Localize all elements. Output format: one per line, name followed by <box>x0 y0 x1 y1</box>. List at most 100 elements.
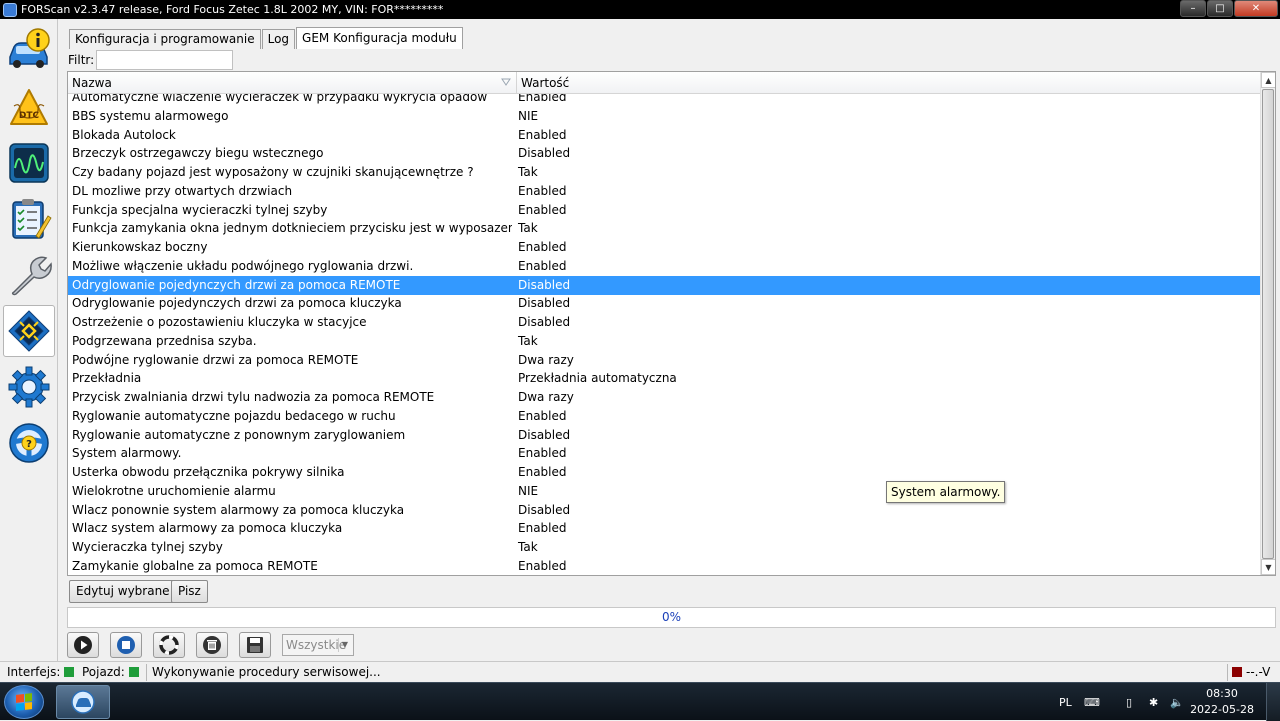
wrench-icon <box>11 256 52 296</box>
title-bar: FORScan v2.3.47 release, Ford Focus Zete… <box>0 0 1280 19</box>
row-value-cell: Disabled <box>518 502 571 517</box>
show-desktop-button[interactable] <box>1266 683 1280 721</box>
table-row[interactable]: Przekładnia Przekładnia automatyczna <box>68 369 1260 388</box>
table-row[interactable]: DL mozliwe przy otwartych drzwiach Enable… <box>68 182 1260 201</box>
filter-row: Filtr: <box>68 50 234 70</box>
table-row[interactable]: Podwójne ryglowanie drzwi za pomoca REMO… <box>68 351 1260 370</box>
taskbar-forscan-app[interactable] <box>56 685 110 719</box>
scroll-up-icon[interactable]: ▲ <box>1261 72 1275 88</box>
vertical-scrollbar[interactable]: ▲ ▼ <box>1260 72 1275 575</box>
interface-status: Interfejs: <box>7 663 78 682</box>
table-row[interactable]: Odryglowanie pojedynczych drzwi za pomoc… <box>68 275 1260 295</box>
maximize-button[interactable]: □ <box>1207 0 1233 17</box>
sidebar-item-settings[interactable] <box>3 361 55 413</box>
close-button[interactable]: ✕ <box>1234 0 1278 17</box>
table-row[interactable]: Brzeczyk ostrzegawczy biegu wstecznego Di… <box>68 144 1260 163</box>
row-name-cell: Funkcja specjalna wycieraczki tylnej szy… <box>72 202 328 217</box>
row-name-cell: Podwójne ryglowanie drzwi za pomoca REMO… <box>72 352 359 367</box>
table-row[interactable]: Funkcja specjalna wycieraczki tylnej szy… <box>68 201 1260 220</box>
tab-log[interactable]: Log <box>261 29 296 49</box>
voltage-status-led <box>1232 667 1242 677</box>
main-panel: Konfiguracja i programowanie Log GEM Kon… <box>64 23 1280 660</box>
row-value-cell: Enabled <box>518 94 567 104</box>
row-value-cell: Disabled <box>518 277 571 292</box>
row-name-cell: Podgrzewana przednisa szyba. <box>72 333 257 348</box>
row-name-cell: Odryglowanie pojedynczych drzwi za pomoc… <box>72 277 401 292</box>
column-header-value[interactable]: Wartość <box>517 72 1260 94</box>
battery-icon[interactable]: ▯ <box>1126 683 1132 721</box>
checklist-icon <box>12 199 52 239</box>
volume-icon[interactable]: 🔈 <box>1170 683 1184 721</box>
scroll-thumb[interactable] <box>1262 89 1274 559</box>
row-name-cell: Brzeczyk ostrzegawczy biegu wstecznego <box>72 146 324 161</box>
row-value-cell: NIE <box>518 108 539 123</box>
grid-header: Nazwa Wartość <box>68 72 1260 94</box>
stop-button[interactable] <box>110 632 142 658</box>
table-row[interactable]: Automatyczne wlaczenie wycieraczek w prz… <box>68 94 1260 107</box>
table-row[interactable]: Usterka obwodu przełącznika pokrywy siln… <box>68 463 1260 482</box>
play-icon <box>74 636 92 654</box>
row-name-cell: System alarmowy. <box>72 446 182 461</box>
clock-time: 08:30 <box>1206 687 1238 700</box>
table-row[interactable]: Blokada Autolock Enabled <box>68 126 1260 145</box>
sidebar-item-tests[interactable] <box>3 193 55 245</box>
tab-configuration-programming[interactable]: Konfiguracja i programowanie <box>69 29 261 49</box>
trash-button[interactable] <box>196 632 228 658</box>
dtc-icon: DTC <box>10 89 48 125</box>
sidebar-item-configuration[interactable] <box>3 305 55 357</box>
row-name-cell: Automatyczne wlaczenie wycieraczek w prz… <box>72 94 488 104</box>
clock-date: 2022-05-28 <box>1190 703 1254 716</box>
sidebar-item-info[interactable] <box>3 24 55 76</box>
column-header-name[interactable]: Nazwa <box>68 72 517 94</box>
table-row[interactable]: Wielokrotne uruchomienie alarmu NIE <box>68 482 1260 501</box>
scroll-down-icon[interactable]: ▼ <box>1261 559 1275 575</box>
sidebar-item-help[interactable]: ? <box>3 417 55 469</box>
table-row[interactable]: Możliwe włączenie układu podwójnego rygl… <box>68 257 1260 276</box>
table-row[interactable]: Funkcja zamykania okna jednym dotkniecie… <box>68 219 1260 238</box>
row-value-cell: NIE <box>518 483 539 498</box>
play-button[interactable] <box>67 632 99 658</box>
floppy-disk-icon <box>247 637 263 653</box>
row-name-cell: Funkcja zamykania okna jednym dotkniecie… <box>72 221 512 236</box>
table-row[interactable]: Wlacz ponownie system alarmowy za pomoca… <box>68 501 1260 520</box>
sidebar-item-dtc[interactable]: DTC <box>3 81 55 133</box>
save-button[interactable] <box>239 632 271 658</box>
table-row[interactable]: Zamykanie globalne za pomoca REMOTE Enabl… <box>68 557 1260 575</box>
edit-selected-button[interactable]: Edytuj wybrane <box>69 580 177 603</box>
chevron-down-icon: ▼ <box>338 638 351 652</box>
row-name-cell: Blokada Autolock <box>72 127 176 142</box>
oscilloscope-icon <box>9 143 49 183</box>
table-row[interactable]: Ostrzeżenie o pozostawieniu kluczyka w s… <box>68 313 1260 332</box>
clock[interactable]: 08:30 2022-05-28 <box>1190 686 1254 718</box>
table-row[interactable]: Odryglowanie pojedynczych drzwi za pomoc… <box>68 294 1260 313</box>
sidebar-item-service[interactable] <box>3 249 55 301</box>
vehicle-status-led <box>128 667 139 677</box>
tab-gem-module-configuration[interactable]: GEM Konfiguracja modułu <box>296 27 463 49</box>
svg-text:?: ? <box>26 439 32 450</box>
lifebuoy-button[interactable] <box>153 632 185 658</box>
table-row[interactable]: Ryglowanie automatyczne pojazdu bedacego… <box>68 407 1260 426</box>
network-icon[interactable]: ✱ <box>1149 683 1158 721</box>
keyboard-icon[interactable]: ⌨ <box>1084 683 1100 721</box>
table-row[interactable]: Podgrzewana przednisa szyba. Tak <box>68 332 1260 351</box>
table-row[interactable]: Kierunkowskaz boczny Enabled <box>68 238 1260 257</box>
write-button[interactable]: Pisz <box>171 580 208 603</box>
start-button[interactable] <box>4 685 44 719</box>
minimize-button[interactable]: – <box>1180 0 1206 17</box>
language-indicator[interactable]: PL <box>1059 683 1072 721</box>
row-name-cell: Wycieraczka tylnej szyby <box>72 540 223 554</box>
table-row[interactable]: System alarmowy. Enabled <box>68 444 1260 463</box>
table-row[interactable]: Ryglowanie automatyczne z ponownym zaryg… <box>68 426 1260 445</box>
table-row[interactable]: Przycisk zwalniania drzwi tylu nadwozia … <box>68 388 1260 407</box>
row-value-cell: Enabled <box>518 202 567 217</box>
filter-input[interactable] <box>96 50 234 70</box>
sidebar-item-oscilloscope[interactable] <box>3 137 55 189</box>
row-value-cell: Tak <box>518 333 538 348</box>
table-row[interactable]: BBS systemu alarmowego NIE <box>68 107 1260 126</box>
table-row[interactable]: Wlacz system alarmowy za pomoca kluczyka… <box>68 519 1260 538</box>
category-select[interactable]: Wszystkie ▼ <box>282 634 354 656</box>
table-row[interactable]: Czy badany pojazd jest wyposażony w czuj… <box>68 163 1260 182</box>
grid-rows: Automatyczne wlaczenie wycieraczek w prz… <box>68 94 1260 575</box>
table-row[interactable]: Wycieraczka tylnej szyby Tak <box>68 538 1260 557</box>
row-value-cell: Enabled <box>518 465 567 479</box>
